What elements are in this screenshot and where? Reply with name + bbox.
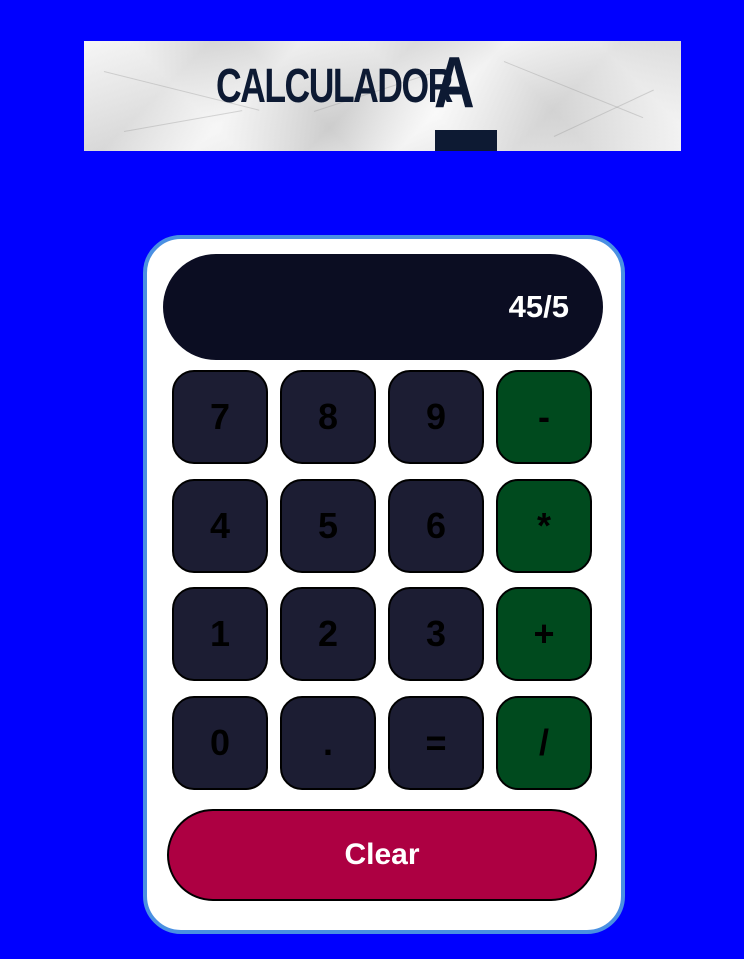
key-9[interactable]: 9 (388, 370, 484, 464)
key-decimal-point[interactable]: . (280, 696, 376, 790)
key-plus[interactable]: + (496, 587, 592, 681)
key-3[interactable]: 3 (388, 587, 484, 681)
logo-underline-block (435, 130, 497, 151)
key-equals[interactable]: = (388, 696, 484, 790)
calculator: 45/5 7 8 9 - 4 5 6 * 1 2 3 + 0 . = / Cle… (143, 235, 625, 934)
key-8[interactable]: 8 (280, 370, 376, 464)
key-6[interactable]: 6 (388, 479, 484, 573)
key-4[interactable]: 4 (172, 479, 268, 573)
key-2[interactable]: 2 (280, 587, 376, 681)
key-1[interactable]: 1 (172, 587, 268, 681)
key-5[interactable]: 5 (280, 479, 376, 573)
key-multiply[interactable]: * (496, 479, 592, 573)
key-divide[interactable]: / (496, 696, 592, 790)
display-value: 45/5 (508, 289, 569, 324)
calculator-display: 45/5 (163, 254, 603, 360)
key-minus[interactable]: - (496, 370, 592, 464)
paper-crease (553, 89, 654, 137)
paper-crease (503, 61, 644, 119)
clear-button[interactable]: Clear (167, 809, 597, 901)
logo-letter: A (434, 43, 475, 123)
logo-text: CALCULADOR (216, 60, 453, 113)
key-0[interactable]: 0 (172, 696, 268, 790)
key-7[interactable]: 7 (172, 370, 268, 464)
calculadora-logo-banner: CALCULADOR A (84, 41, 681, 151)
